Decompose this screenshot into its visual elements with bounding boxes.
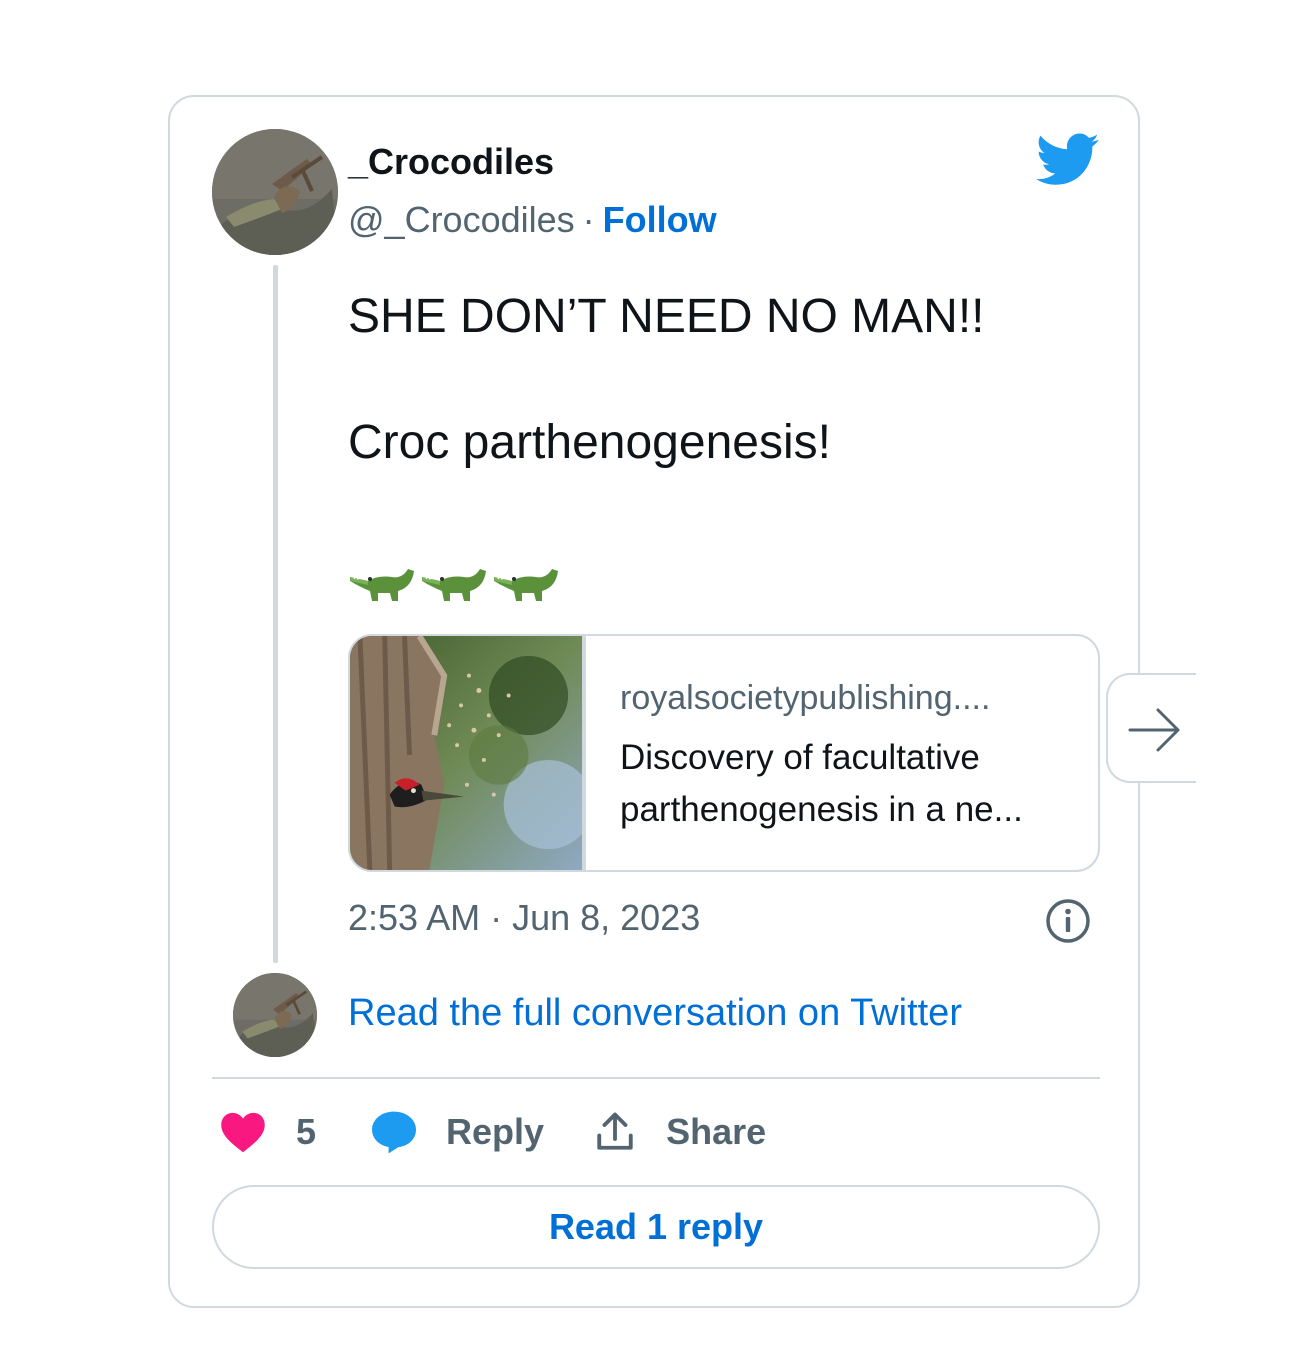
conversation-avatar[interactable] — [233, 973, 317, 1057]
link-preview-thumbnail — [350, 636, 586, 870]
link-preview-title-line-2: parthenogenesis in a ne... — [620, 790, 1023, 829]
arrow-right-icon — [1128, 708, 1180, 752]
avatar-image — [233, 973, 317, 1057]
author-avatar[interactable] — [212, 129, 338, 255]
reply-button[interactable]: Reply — [370, 1110, 544, 1154]
tweet-text-line-2: Croc parthenogenesis! — [348, 416, 831, 469]
thread-line — [273, 265, 278, 963]
like-count: 5 — [296, 1111, 317, 1152]
link-preview-text: royalsocietypublishing.... Discovery of … — [586, 636, 1023, 870]
like-button[interactable]: 5 — [220, 1111, 316, 1153]
author-handle-row: @_Crocodiles · Follow — [348, 199, 717, 241]
reply-label: Reply — [446, 1111, 545, 1152]
author-handle[interactable]: @_Crocodiles — [348, 199, 575, 240]
author-display-name[interactable]: _Crocodiles — [348, 141, 554, 183]
tweet-text-line-1: SHE DON’T NEED NO MAN!! — [348, 290, 985, 343]
handle-separator: · — [582, 199, 595, 240]
emoji-row — [348, 557, 560, 605]
twitter-bird-icon[interactable] — [1036, 133, 1100, 189]
woodpecker-image — [350, 636, 584, 870]
follow-link[interactable]: Follow — [603, 199, 717, 240]
read-full-conversation-link[interactable]: Read the full conversation on Twitter — [348, 992, 962, 1035]
crocodile-emoji — [494, 569, 558, 601]
link-preview-card[interactable]: royalsocietypublishing.... Discovery of … — [348, 634, 1100, 872]
link-preview-title-line-1: Discovery of facultative — [620, 738, 980, 777]
crocodile-emoji — [422, 569, 486, 601]
heart-icon — [221, 1112, 265, 1153]
tweet-embed-card: _Crocodiles @_Crocodiles · Follow SHE DON’… — [168, 95, 1196, 1308]
share-button[interactable]: Share — [594, 1111, 766, 1153]
speech-bubble-icon — [372, 1111, 417, 1154]
link-preview-title: Discovery of facultative parthenogenesis… — [620, 732, 1023, 836]
crocodile-emoji — [350, 569, 414, 601]
tweet-date: Jun 8, 2023 — [512, 897, 701, 938]
link-preview-domain: royalsocietypublishing.... — [620, 679, 991, 717]
info-icon[interactable] — [1044, 897, 1092, 945]
timestamp-separator: · — [490, 897, 503, 938]
tweet-time: 2:53 AM — [348, 897, 481, 938]
next-card-button[interactable] — [1106, 673, 1196, 783]
read-replies-button[interactable]: Read 1 reply — [212, 1185, 1100, 1269]
action-bar: 5 Reply Share — [220, 1107, 766, 1157]
avatar-image — [212, 129, 338, 255]
tweet-timestamp[interactable]: 2:53 AM · Jun 8, 2023 — [348, 897, 700, 939]
share-upload-icon — [597, 1112, 633, 1150]
divider — [212, 1077, 1100, 1079]
share-label: Share — [666, 1111, 767, 1152]
